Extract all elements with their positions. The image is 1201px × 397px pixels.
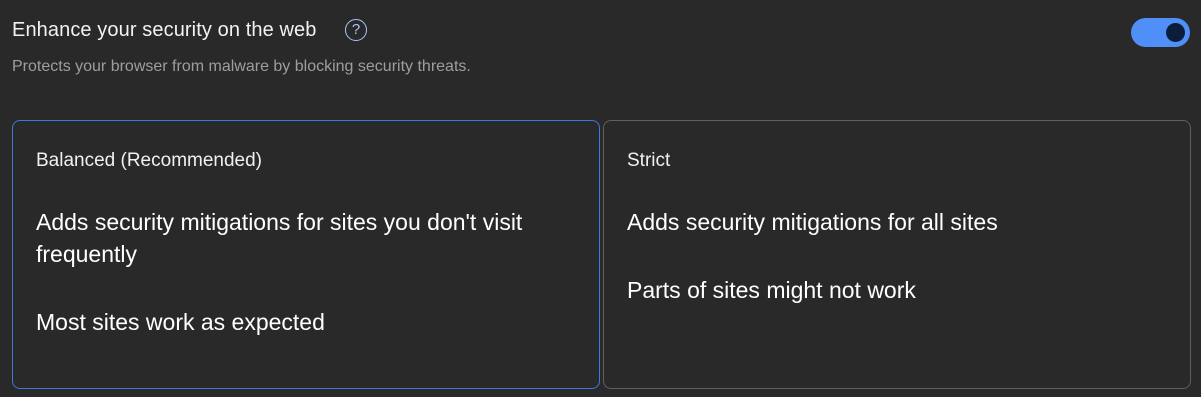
option-title-strict: Strict — [627, 150, 671, 171]
setting-title: Enhance your security on the web — [12, 19, 317, 41]
security-toggle[interactable] — [1131, 18, 1190, 47]
toggle-knob — [1166, 23, 1185, 42]
option-title-balanced: Balanced (Recommended) — [36, 150, 263, 171]
option-card-balanced[interactable]: Balanced (Recommended) Adds security mit… — [12, 120, 600, 389]
setting-header: Enhance your security on the web ? — [12, 16, 1191, 50]
setting-description: Protects your browser from malware by bl… — [12, 58, 471, 75]
option-description: Adds security mitigations for sites you … — [36, 209, 523, 267]
option-card-strict[interactable]: Strict Adds security mitigations for all… — [603, 120, 1191, 389]
option-description: Adds security mitigations for all sites — [627, 209, 998, 235]
help-icon[interactable]: ? — [345, 19, 367, 41]
option-description: Parts of sites might not work — [627, 277, 916, 303]
option-description: Most sites work as expected — [36, 309, 325, 335]
